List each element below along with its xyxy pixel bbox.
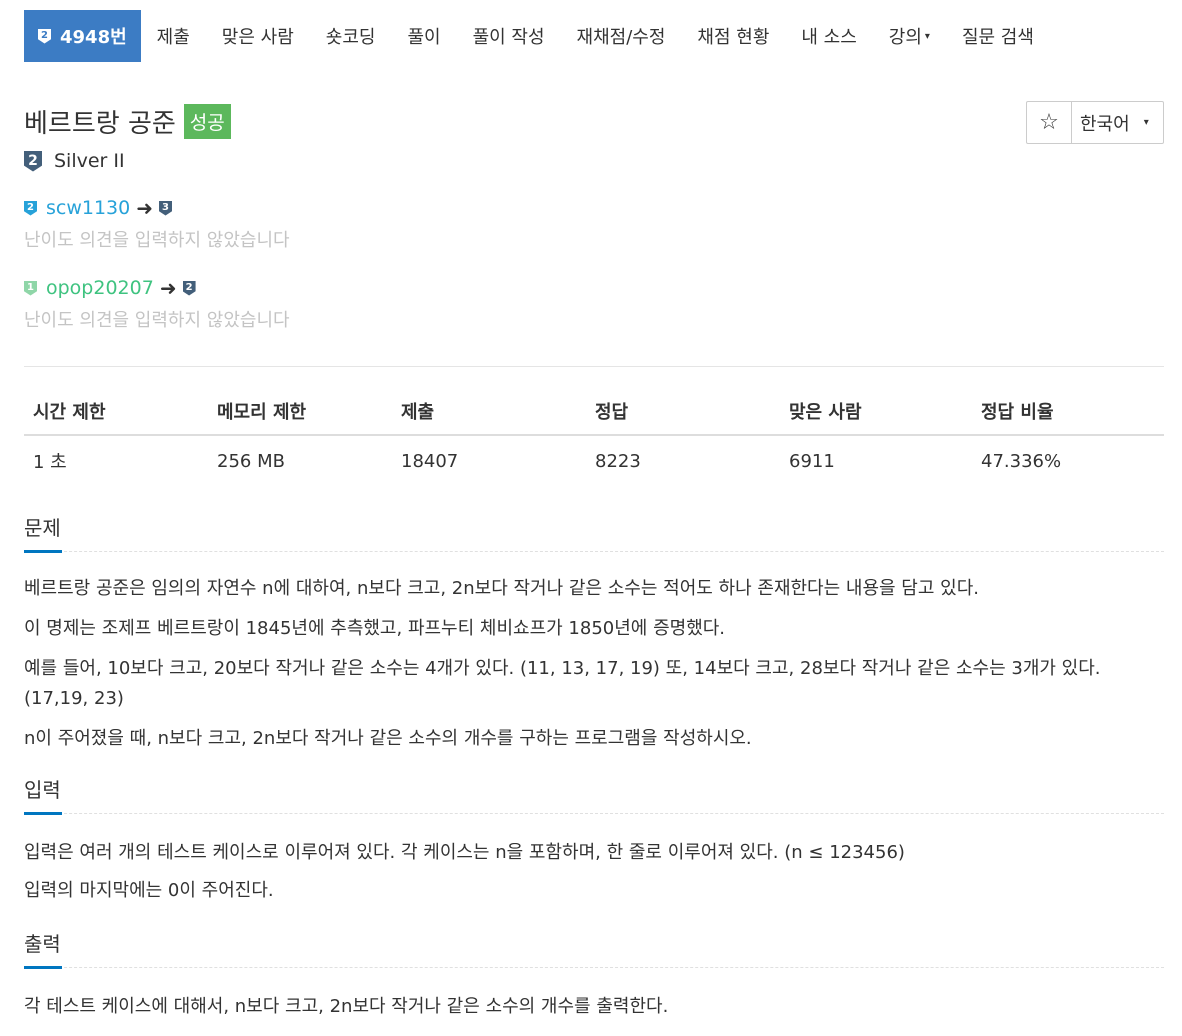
problem-info-table: 시간 제한 메모리 제한 제출 정답 맞은 사람 정답 비율 1 초 256 M… [24,388,1164,486]
status-badge: 성공 [183,104,231,139]
problem-tier: 2 Silver II [24,150,125,172]
nav-my-source[interactable]: 내 소스 [785,10,872,62]
caret-down-icon: ▾ [924,30,930,42]
silver-tier-icon: 1 [24,280,37,296]
silver-tier-icon: 2 [182,280,196,296]
tier-name[interactable]: Silver II [54,150,125,172]
table-cell: 1 초 [33,452,67,473]
opinion-note: 난이도 의견을 입력하지 않았습니다 [24,310,290,331]
nav-problem-number[interactable]: 2 4948번 [24,10,141,62]
section-title-text: 문제 [24,516,61,540]
table-header: 메모리 제한 [208,388,392,436]
table-header: 맞은 사람 [780,388,972,436]
user-link[interactable]: opop20207 [46,277,154,299]
table-header: 정답 [586,388,780,436]
nav-rejudge[interactable]: 재채점/수정 [561,10,682,62]
paragraph: 입력의 마지막에는 0이 주어진다. [24,880,274,901]
divider [24,366,1164,367]
silver-tier-icon: 2 [24,200,37,216]
arrow-right-icon: ➜ [136,196,154,220]
problem-title: 베르트랑 공준 [24,109,176,139]
nav-submit[interactable]: 제출 [141,10,206,62]
table-cell: 47.336% [981,450,1062,472]
nav-solutions[interactable]: 풀이 [391,10,456,62]
table-cell: 18407 [401,450,459,472]
section-title: 문제 [24,512,1164,553]
section-title: 출력 [24,928,1164,969]
paragraph: 예를 들어, 10보다 크고, 20보다 작거나 같은 소수는 4개가 있다. … [24,658,1101,709]
user-link[interactable]: scw1130 [46,197,130,219]
section-underline [24,550,62,553]
table-cell: 8223 [595,450,641,472]
table-header: 정답 비율 [972,388,1164,436]
table-header: 시간 제한 [24,388,208,436]
input-section: 입력 입력은 여러 개의 테스트 케이스로 이루어져 있다. 각 케이스는 n을… [24,774,1164,906]
caret-down-icon: ▾ [1143,117,1149,128]
section-title: 입력 [24,774,1164,815]
nav-solved-users[interactable]: 맞은 사람 [206,10,310,62]
table-cell: 6911 [789,450,835,472]
section-underline [24,966,62,969]
problem-tools: ☆ 한국어 ▾ [1026,101,1164,144]
problem-description-section: 문제 베르트랑 공준은 임의의 자연수 n에 대하여, n보다 크고, 2n보다… [24,512,1164,754]
nav-status[interactable]: 채점 현황 [681,10,785,62]
opinion-note: 난이도 의견을 입력하지 않았습니다 [24,230,290,251]
table-cell: 256 MB [217,450,285,472]
table-row: 1 초 256 MB 18407 8223 6911 47.336% [24,435,1164,486]
problem-nav: 2 4948번 제출 맞은 사람 숏코딩 풀이 풀이 작성 재채점/수정 채점 … [24,10,1050,62]
problem-header: 베르트랑 공준 성공 [24,103,231,140]
nav-short-coding[interactable]: 숏코딩 [310,10,392,62]
paragraph: 베르트랑 공준은 임의의 자연수 n에 대하여, n보다 크고, 2n보다 작거… [24,578,979,599]
nav-lecture-dropdown[interactable]: 강의 ▾ [873,10,946,62]
section-title-text: 입력 [24,778,61,802]
silver-tier-icon: 2 [24,150,42,172]
table-header-row: 시간 제한 메모리 제한 제출 정답 맞은 사람 정답 비율 [24,388,1164,436]
arrow-right-icon: ➜ [159,276,177,300]
paragraph: 입력은 여러 개의 테스트 케이스로 이루어져 있다. 각 케이스는 n을 포함… [24,842,905,863]
difficulty-opinion: 1 opop20207 ➜ 2 난이도 의견을 입력하지 않았습니다 [24,276,290,332]
paragraph: 이 명제는 조제프 베르트랑이 1845년에 추측했고, 파프누티 체비쇼프가 … [24,618,726,639]
nav-write-solution[interactable]: 풀이 작성 [457,10,561,62]
section-title-text: 출력 [24,932,61,956]
language-dropdown[interactable]: 한국어 ▾ [1072,102,1163,143]
difficulty-opinion: 2 scw1130 ➜ 3 난이도 의견을 입력하지 않았습니다 [24,196,290,252]
language-label: 한국어 [1080,113,1130,135]
nav-lecture-label: 강의 [888,27,922,48]
nav-question-search[interactable]: 질문 검색 [946,10,1050,62]
output-section: 출력 각 테스트 케이스에 대해서, n보다 크고, 2n보다 작거나 같은 소… [24,928,1164,1022]
silver-tier-icon: 2 [38,28,51,44]
table-header: 제출 [392,388,586,436]
section-underline [24,812,62,815]
paragraph: n이 주어졌을 때, n보다 크고, 2n보다 작거나 같은 소수의 개수를 구… [24,728,752,749]
star-icon[interactable]: ☆ [1027,102,1072,143]
nav-problem-number-label: 4948번 [60,27,127,48]
silver-tier-icon: 3 [159,200,173,216]
paragraph: 각 테스트 케이스에 대해서, n보다 크고, 2n보다 작거나 같은 소수의 … [24,996,669,1017]
